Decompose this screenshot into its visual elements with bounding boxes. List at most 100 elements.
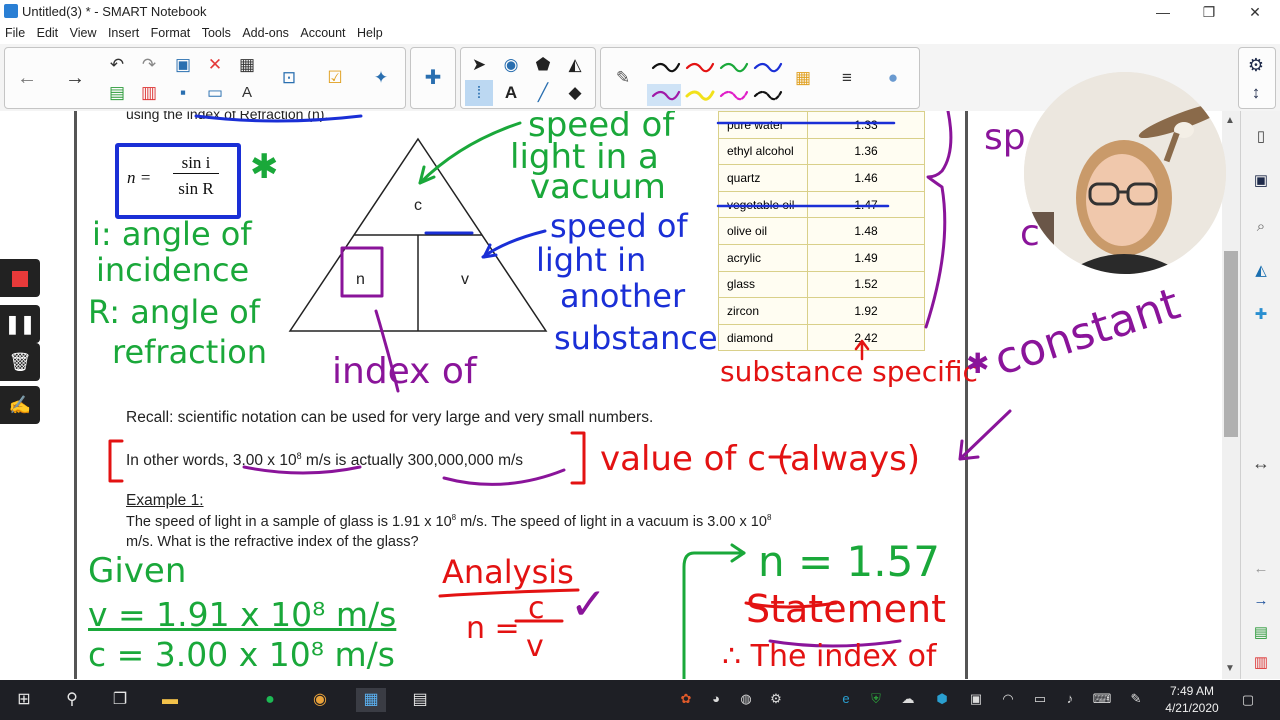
menu-insert[interactable]: Insert [108,24,139,43]
clock-date[interactable]: 4/21/2020 [1160,701,1224,715]
redo-icon[interactable]: ↷ [135,52,163,78]
multi-pen-icon[interactable]: ⁞ [465,80,493,106]
menu-help[interactable]: Help [357,24,383,43]
annotate-pen-icon[interactable]: ✍ [0,386,40,424]
search-icon[interactable]: ⚲ [60,688,84,712]
previous-page-icon[interactable]: ← [1249,557,1273,581]
menu-addons[interactable]: Add-ons [242,24,289,43]
task-view-icon[interactable]: ❐ [108,688,132,712]
edge-tray-icon[interactable]: e [836,689,856,709]
delete-page-side-icon[interactable]: ▥ [1249,651,1273,675]
chrome-icon[interactable]: ◉ [308,688,332,712]
onedrive-tray-icon[interactable]: ☁ [898,689,918,709]
monitor-tray-icon[interactable]: ▣ [966,689,986,709]
pen-swatch-black[interactable] [651,62,681,73]
keyboard-icon[interactable]: ⌨ [1092,689,1112,709]
volume-icon[interactable]: ♪ [1060,689,1080,709]
menu-view[interactable]: View [70,24,97,43]
delete-page-icon[interactable]: ▥ [135,80,163,106]
page-sorter-icon[interactable]: ▯ [1249,125,1273,149]
record-button[interactable] [0,259,40,297]
hw-angle-i-1: i: angle of [92,215,252,253]
vpn-tray-icon[interactable]: ⬢ [932,689,952,709]
paste-icon[interactable]: ▣ [169,52,197,78]
fill-icon[interactable]: ◭ [561,52,589,78]
scroll-down-icon[interactable]: ▼ [1225,663,1235,674]
menu-format[interactable]: Format [151,24,191,43]
hw-speed-other-4: substance [554,319,718,357]
undo-icon[interactable]: ↶ [103,52,131,78]
activity-builder-icon[interactable]: ✦ [367,65,395,91]
minimize-button[interactable]: — [1140,0,1186,24]
scrollbar-thumb[interactable] [1224,251,1238,437]
hw-angle-R-1: R: angle of [88,293,260,331]
table-icon[interactable]: ▦ [233,52,261,78]
eraser-tool-icon[interactable]: ◆ [561,80,589,106]
calculator-icon[interactable]: ▤ [408,688,432,712]
restore-button[interactable]: ❐ [1186,0,1232,24]
notifications-icon[interactable]: ▢ [1238,690,1258,710]
text-recognition-icon[interactable]: A [233,80,261,106]
menu-file[interactable]: File [5,24,25,43]
tray-app-icon-3[interactable]: ◍ [736,689,756,709]
gear-icon[interactable]: ⚙ [1242,52,1270,78]
pen-swatch-green[interactable] [719,62,749,73]
pen-swatch-blue[interactable] [753,62,783,73]
save-icon[interactable]: ▪ [169,80,197,106]
back-arrow-icon[interactable]: ← [13,65,41,91]
security-tray-icon[interactable]: ⛨ [866,689,886,709]
gallery-icon[interactable]: ▣ [1249,169,1273,193]
hw-index-of: index of [332,351,477,392]
addons-puzzle-icon[interactable]: ✚ [1249,303,1273,327]
smart-notebook-taskbar-icon[interactable]: ▦ [356,688,386,712]
color-palette-icon[interactable]: ▦ [789,65,817,91]
pen-swatch-dashed-black[interactable] [753,90,783,101]
clock-time[interactable]: 7:49 AM [1160,684,1224,698]
trash-icon[interactable]: 🗑 [0,343,40,381]
battery-icon[interactable]: ▭ [1030,689,1050,709]
add-page-icon[interactable]: ▤ [103,80,131,106]
scroll-up-icon[interactable]: ▲ [1225,115,1235,126]
menu-edit[interactable]: Edit [37,24,59,43]
vertical-scrollbar[interactable]: ▲ ▼ [1222,111,1240,679]
tray-app-icon-2[interactable]: ◕ [706,689,726,709]
close-button[interactable]: ✕ [1232,0,1278,24]
select-arrow-icon[interactable]: ➤ [465,52,493,78]
delete-icon[interactable]: ✕ [201,52,229,78]
puzzle-icon[interactable]: ✚ [419,65,447,91]
fill-effects-icon[interactable]: ● [879,65,907,91]
pen-swatch-yellow[interactable] [685,90,715,101]
panel-resize-icon[interactable]: ↔ [1249,451,1273,475]
text-icon[interactable]: A [497,80,525,106]
attachments-icon[interactable]: ⌕ [1249,215,1273,239]
line-icon[interactable]: ╱ [529,80,557,106]
pen-swatch-red[interactable] [685,62,715,73]
line-style-icon[interactable]: ≡ [833,65,861,91]
hw-analysis-c: c [528,591,545,626]
hw-analysis: Analysis [442,553,574,591]
screen-capture-icon[interactable]: ⊡ [275,65,303,91]
tray-app-icon-1[interactable]: ✿ [676,689,696,709]
menu-account[interactable]: Account [300,24,345,43]
hw-side-top: sp [984,117,1026,158]
forward-arrow-icon[interactable]: → [61,65,89,91]
add-page-side-icon[interactable]: ▤ [1249,621,1273,645]
shapes-icon[interactable]: ◉ [497,52,525,78]
eraser-icon[interactable]: ⬟ [529,52,557,78]
properties-icon[interactable]: ◭ [1249,259,1273,283]
toolbar-toggle-icon[interactable]: ↕ [1242,80,1270,106]
pen-icon[interactable]: ✎ [609,65,637,91]
menu-tools[interactable]: Tools [202,24,231,43]
pause-icon[interactable]: ❚❚ [0,305,40,343]
screen-shade-icon[interactable]: ▭ [201,80,229,106]
response-icon[interactable]: ☑ [321,65,349,91]
spotify-icon[interactable]: ● [258,688,282,712]
hw-star-purple: ✱ [966,347,990,380]
next-page-icon[interactable]: → [1249,589,1273,613]
pen-swatch-magenta[interactable] [719,90,749,101]
file-explorer-icon[interactable]: ▬ [158,688,182,712]
tray-app-icon-4[interactable]: ⚙ [766,689,786,709]
pen-workspace-icon[interactable]: ✎ [1126,689,1146,709]
windows-start-icon[interactable]: ⊞ [12,688,36,712]
wifi-icon[interactable]: ◠ [998,689,1018,709]
